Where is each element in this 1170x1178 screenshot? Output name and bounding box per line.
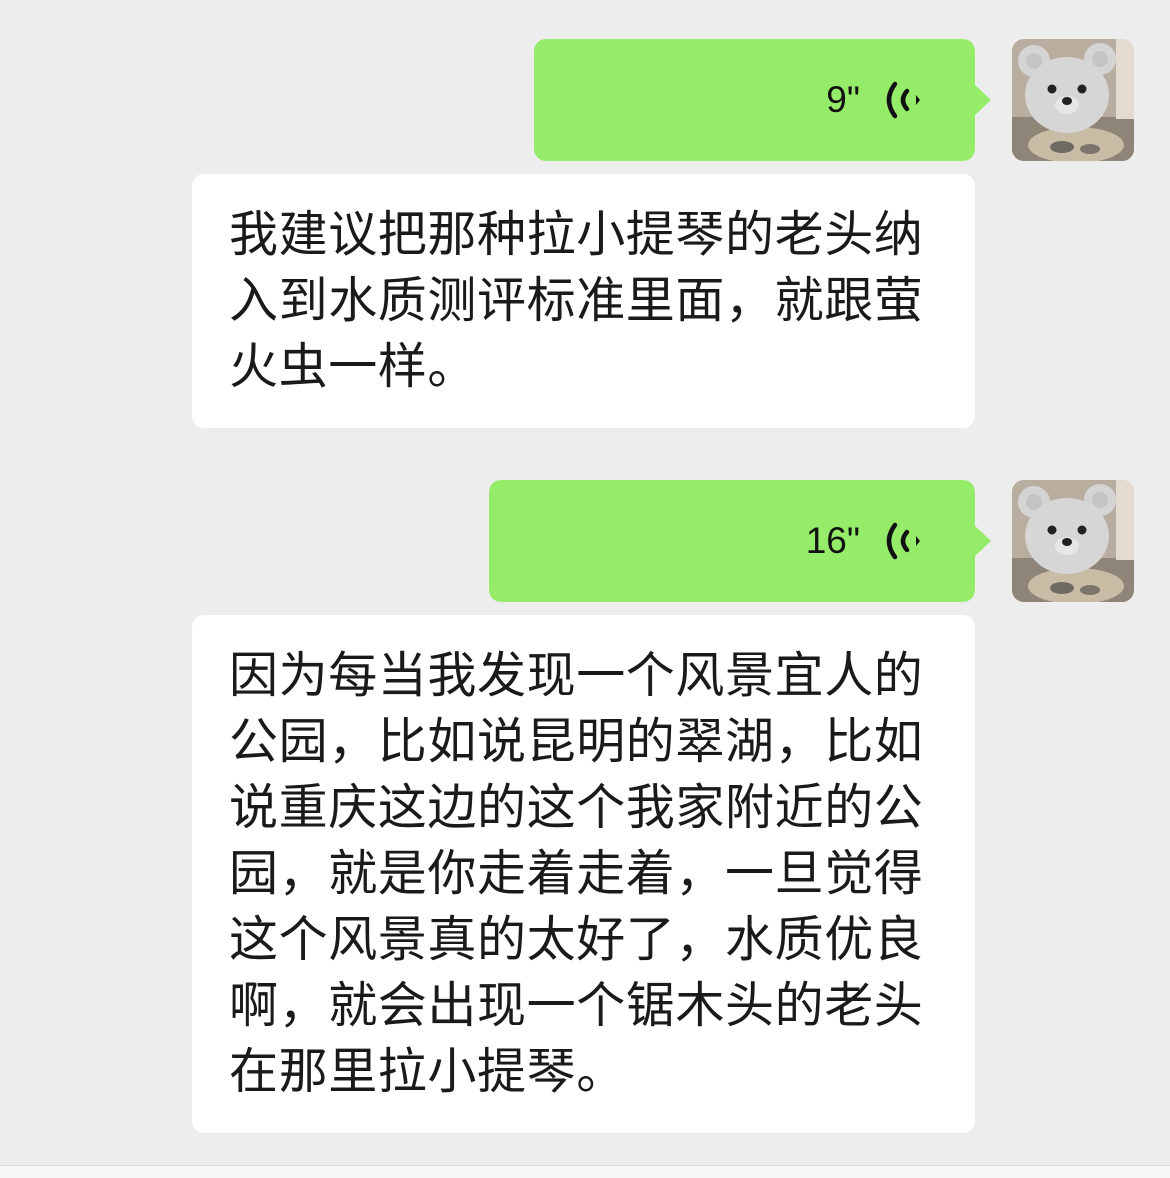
text-message-bubble[interactable]: 因为每当我发现一个风景宜人的公园，比如说昆明的翠湖，比如说重庆这边的这个我家附近…: [192, 615, 975, 1133]
avatar[interactable]: [1012, 39, 1134, 161]
bottom-bar: [0, 1165, 1170, 1178]
avatar[interactable]: [1012, 480, 1134, 602]
text-message-bubble[interactable]: 我建议把那种拉小提琴的老头纳入到水质测评标准里面，就跟萤火虫一样。: [192, 174, 975, 428]
voice-message-bubble[interactable]: 9": [534, 39, 991, 161]
voice-duration: 9": [826, 79, 860, 120]
voice-wave-icon: [886, 522, 920, 560]
message-text: 因为每当我发现一个风景宜人的公园，比如说昆明的翠湖，比如说重庆这边的这个我家附近…: [229, 647, 924, 1100]
voice-wave-icon: [886, 81, 920, 119]
voice-message-bubble[interactable]: 16": [489, 480, 991, 602]
message-text: 我建议把那种拉小提琴的老头纳入到水质测评标准里面，就跟萤火虫一样。: [229, 206, 924, 395]
voice-duration: 16": [805, 520, 860, 561]
